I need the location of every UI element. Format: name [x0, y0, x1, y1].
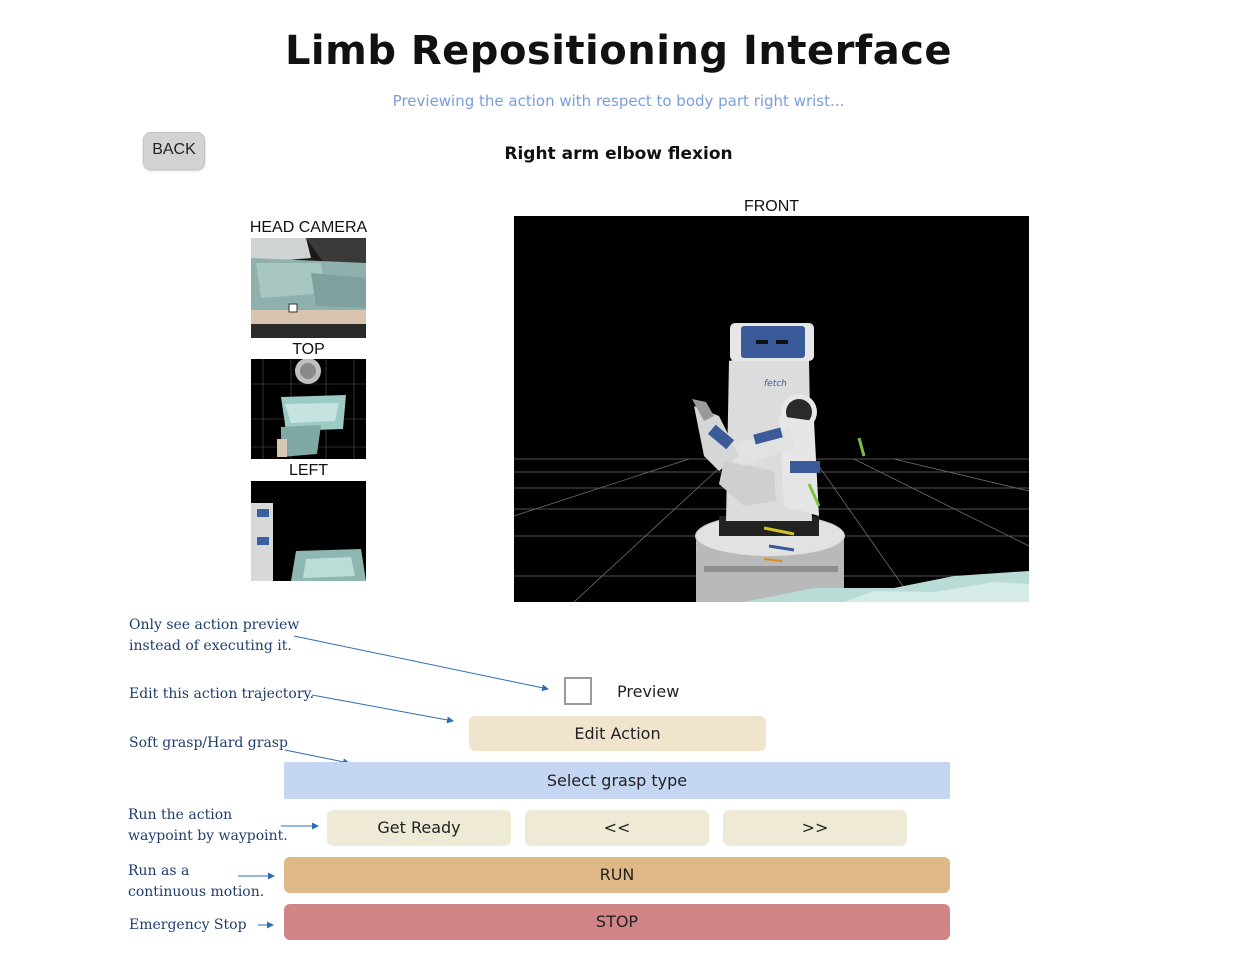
- action-name: Right arm elbow flexion: [504, 144, 733, 164]
- stop-note: Emergency Stop: [129, 917, 247, 933]
- robot-3d-render: fetch: [514, 216, 1029, 602]
- run-note-line-2: continuous motion.: [128, 884, 265, 900]
- preview-arrow: [293, 635, 549, 692]
- run-note-line-1: Run as a: [128, 863, 190, 879]
- select-grasp-type-button[interactable]: Select grasp type: [284, 762, 950, 799]
- preview-note-line-1: Only see action preview: [129, 617, 300, 633]
- top-camera-label: TOP: [292, 341, 325, 358]
- fetch-logo-text: fetch: [764, 379, 787, 389]
- page-title: Limb Repositioning Interface: [284, 28, 953, 74]
- step-note: Run the action waypoint by waypoint.: [128, 805, 288, 847]
- head-camera-image: [251, 238, 366, 338]
- status-subtitle: Previewing the action with respect to bo…: [392, 92, 845, 110]
- previous-waypoint-button[interactable]: <<: [525, 810, 709, 846]
- top-camera-view: [251, 359, 366, 459]
- edit-note: Edit this action trajectory.: [129, 686, 315, 702]
- top-camera-image: [251, 359, 366, 459]
- left-camera-view: [251, 481, 366, 581]
- run-note: Run as a continuous motion.: [128, 861, 264, 903]
- preview-label: Preview: [617, 682, 680, 701]
- edit-arrow: [311, 694, 454, 724]
- left-camera-image: [251, 481, 366, 581]
- run-button[interactable]: RUN: [284, 857, 950, 893]
- step-note-line-2: waypoint by waypoint.: [128, 828, 288, 844]
- get-ready-button[interactable]: Get Ready: [327, 810, 511, 846]
- robot-front-view: fetch: [514, 216, 1029, 602]
- preview-note-line-2: instead of executing it.: [129, 638, 292, 654]
- front-camera-label: FRONT: [743, 198, 800, 215]
- preview-checkbox[interactable]: [564, 677, 592, 705]
- step-note-line-1: Run the action: [128, 807, 233, 823]
- head-camera-view: [251, 238, 366, 338]
- next-waypoint-button[interactable]: >>: [723, 810, 907, 846]
- edit-action-button[interactable]: Edit Action: [469, 716, 766, 751]
- left-camera-label: LEFT: [288, 462, 329, 479]
- preview-note: Only see action preview instead of execu…: [129, 615, 299, 657]
- grasp-note: Soft grasp/Hard grasp: [129, 735, 288, 751]
- head-camera-label: HEAD CAMERA: [249, 219, 368, 236]
- stop-button[interactable]: STOP: [284, 904, 950, 940]
